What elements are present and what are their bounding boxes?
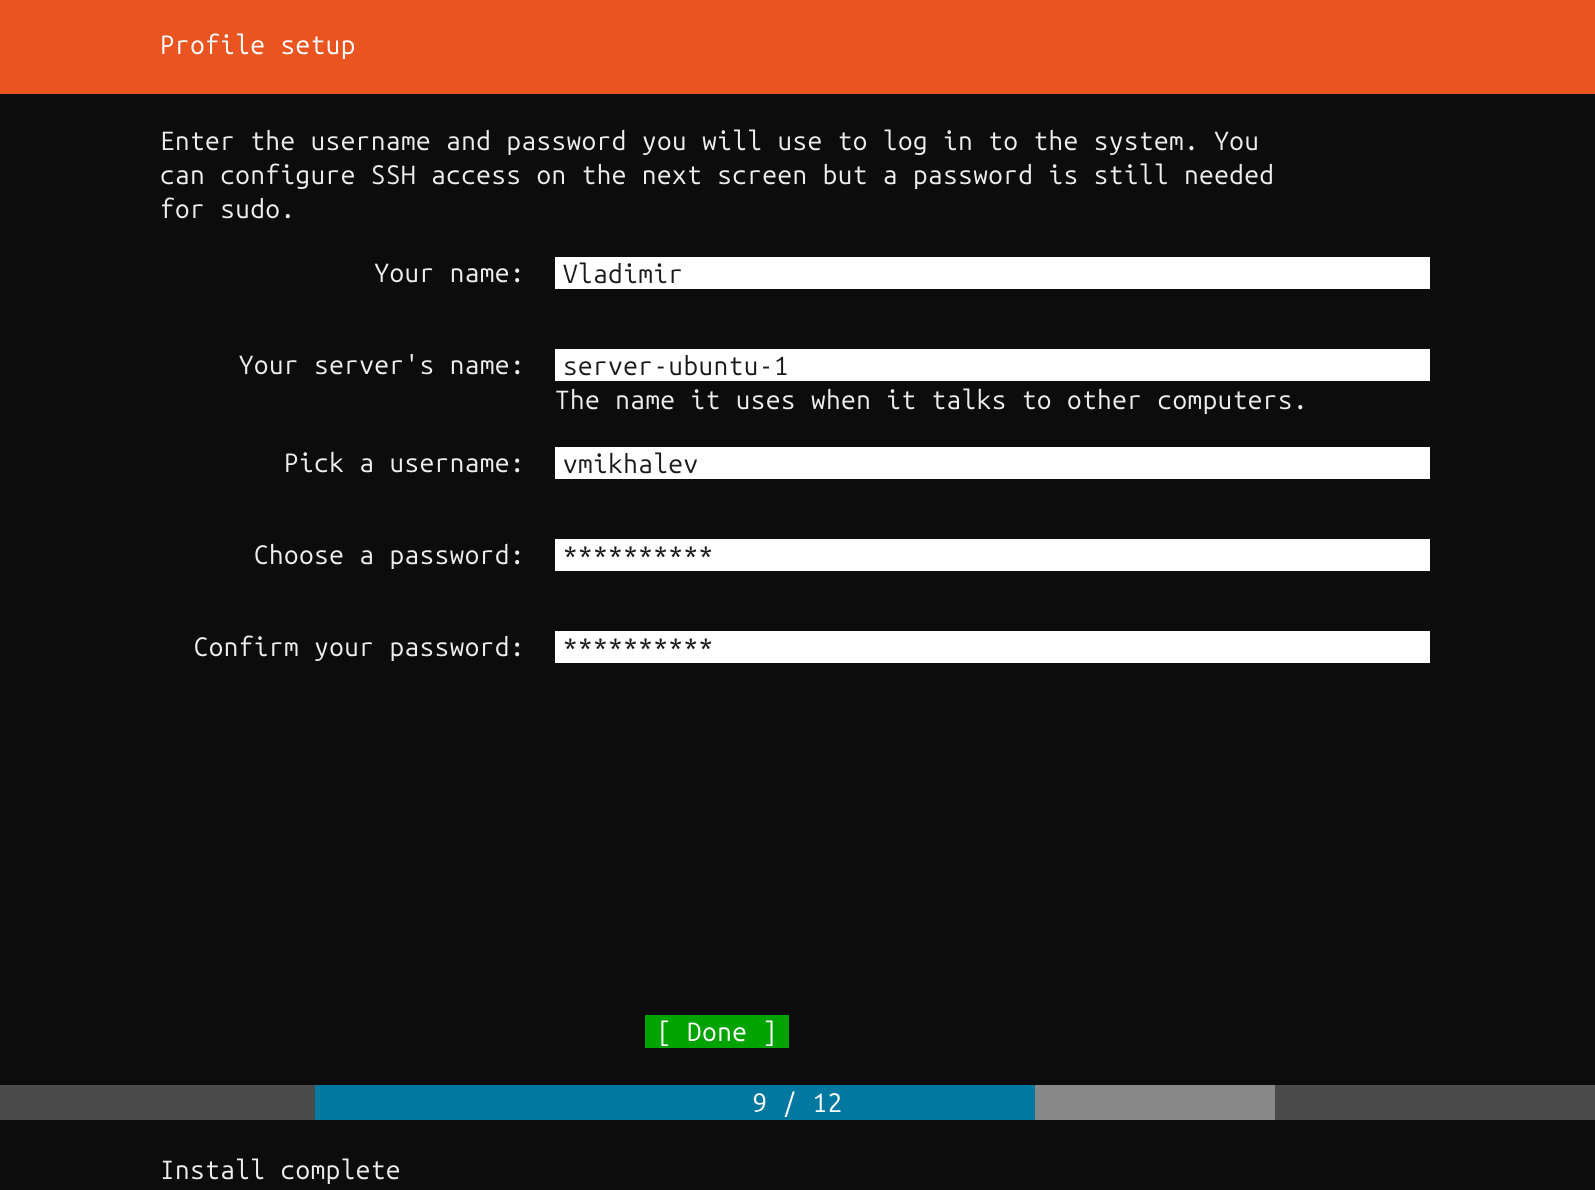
username-field[interactable]: vmikhalev (555, 447, 1430, 479)
header-bar: Profile setup (0, 0, 1595, 94)
progress-zone: 9 / 12 (0, 1085, 1595, 1120)
label-name: Your name: (160, 257, 525, 288)
row-name: Your name: Vladimir (160, 257, 1515, 289)
row-confirm: Confirm your password: ********** (160, 631, 1515, 663)
content-area: Enter the username and password you will… (0, 94, 1595, 663)
row-server: Your server's name: server-ubuntu-1 The … (160, 349, 1515, 417)
status-text: Install complete (160, 1155, 401, 1184)
page-title: Profile setup (160, 30, 356, 59)
done-button[interactable]: [ Done ] (645, 1015, 789, 1048)
row-username: Pick a username: vmikhalev (160, 447, 1515, 479)
row-password: Choose a password: ********** (160, 539, 1515, 571)
label-password: Choose a password: (160, 539, 525, 570)
intro-text: Enter the username and password you will… (160, 124, 1280, 225)
server-name-hint: The name it uses when it talks to other … (555, 383, 1430, 417)
server-name-field[interactable]: server-ubuntu-1 (555, 349, 1430, 381)
label-username: Pick a username: (160, 447, 525, 478)
label-confirm: Confirm your password: (160, 631, 525, 662)
label-server: Your server's name: (160, 349, 525, 380)
password-field[interactable]: ********** (555, 539, 1430, 571)
name-field[interactable]: Vladimir (555, 257, 1430, 289)
progress-text: 9 / 12 (0, 1085, 1595, 1120)
confirm-password-field[interactable]: ********** (555, 631, 1430, 663)
